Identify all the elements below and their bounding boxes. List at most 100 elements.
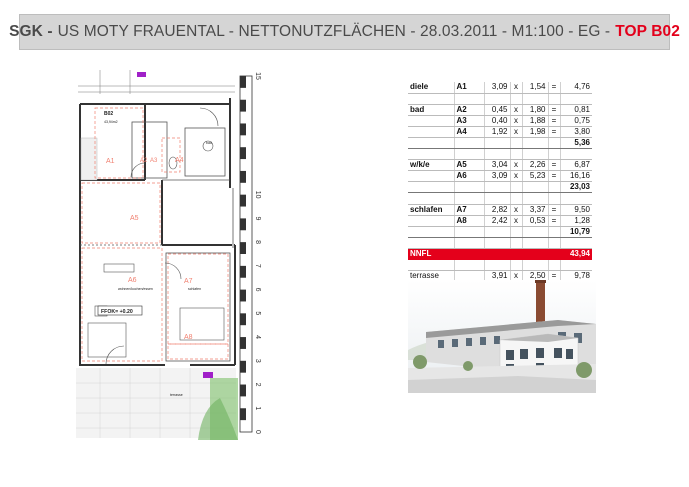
scale-label: 2 [254,383,261,387]
scale-segment [240,408,246,421]
unit-label: B02 [104,111,113,117]
scale-segment [240,218,246,231]
room-code-a3: A3 [150,158,158,164]
room-name [408,93,454,105]
equals [547,259,560,272]
equals: = [547,115,560,127]
room-code: A1 [453,82,484,94]
length-value: 0,45 [483,104,510,116]
room-code-a8: A8 [184,334,193,341]
area-row: 5,36 [408,137,592,150]
room-name [408,192,454,205]
area-result [559,192,592,205]
area-row [408,93,592,105]
scale-label: 15 [254,72,261,80]
scale-segment [240,313,246,326]
scale-label: 5 [254,311,261,315]
area-result: 16,16 [559,170,592,183]
equals [547,237,560,249]
area-result: 23,03 [559,181,592,194]
width-value: 5,23 [521,170,548,183]
area-row: A4 1,92 x 1,98 = 3,80 [408,126,592,138]
operator [509,259,522,272]
room-code-a5: A5 [130,215,139,222]
scale-label: 1 [254,406,261,410]
room-name: NNFL [408,248,454,261]
length-value: 3,09 [483,82,510,94]
width-value [521,226,548,238]
fixtures [87,140,225,358]
scale-segment [240,123,246,136]
length-value [483,248,510,261]
area-result [559,259,592,272]
equals [547,181,560,194]
room-name [408,148,454,161]
operator [509,181,522,194]
room-code [453,226,484,238]
scale-segment [240,242,246,254]
operator: x [509,159,522,172]
equals: = [547,204,560,216]
room-code: A8 [453,215,484,227]
equals [547,248,560,261]
room-code-a2: A2 [140,158,148,164]
page-header: SGK - US MOTY FRAUENTAL - NETTONUTZFLÄCH… [9,14,680,50]
operator: x [509,170,522,183]
equals: = [547,82,560,94]
operator [509,226,522,238]
room-name: diele [408,82,454,94]
area-result: 1,28 [559,215,592,227]
area-table: diele A1 3,09 x 1,54 = 4,76 bad A2 0,45 x 1,80 = 0,81… [408,82,592,283]
room-name-schlafen: schlafen [188,287,201,291]
width-value [521,192,548,205]
top-dimension-lines [78,70,235,94]
room-name-bad: bad [206,141,212,145]
operator: x [509,104,522,116]
room-code [453,93,484,105]
area-row: NNFL 43,94 [408,248,592,261]
scale-segment [240,76,246,88]
room-code: A2 [453,104,484,116]
room-name [408,181,454,194]
length-value: 2,82 [483,204,510,216]
area-row [408,259,592,272]
marker-bottom-icon [203,372,213,378]
operator: x [509,115,522,127]
length-value [483,181,510,194]
header-prefix: SGK - [9,23,53,40]
width-value: 2,26 [521,159,548,172]
scale-segment [240,360,246,373]
operator [509,148,522,161]
area-result: 5,36 [559,137,592,150]
scale-label: 10 [254,191,261,199]
scale-segment [240,170,246,183]
scale-label: 9 [254,216,261,220]
ffok-label: FFOK= +0.20 [101,309,133,315]
room-name: w/k/e [408,159,454,172]
scale-label: 3 [254,359,261,363]
header-title: US MOTY FRAUENTAL - NETTONUTZFLÄCHEN - 2… [57,23,611,40]
header-unit: TOP B02 [615,23,680,40]
operator [509,192,522,205]
area-row: A8 2,42 x 0,53 = 1,28 [408,215,592,227]
room-name-wohnen: wohnen/kochen/essen [118,287,153,291]
scale-segment [240,384,246,397]
scale-label: 4 [254,335,261,339]
length-value [483,148,510,161]
scale-segment [240,265,246,278]
area-row: w/k/e A5 3,04 x 2,26 = 6,87 [408,159,592,172]
scale-label: 0 [254,430,261,434]
equals [547,226,560,238]
room-code-a1: A1 [106,158,115,165]
walls [79,98,236,366]
equals: = [547,170,560,183]
equals [547,137,560,150]
scale-label: 6 [254,288,261,292]
width-value [521,148,548,161]
length-value [483,137,510,150]
width-value [521,259,548,272]
area-row: bad A2 0,45 x 1,80 = 0,81 [408,104,592,116]
shaft-shading [232,188,234,248]
width-value: 1,98 [521,126,548,138]
operator: x [509,82,522,94]
